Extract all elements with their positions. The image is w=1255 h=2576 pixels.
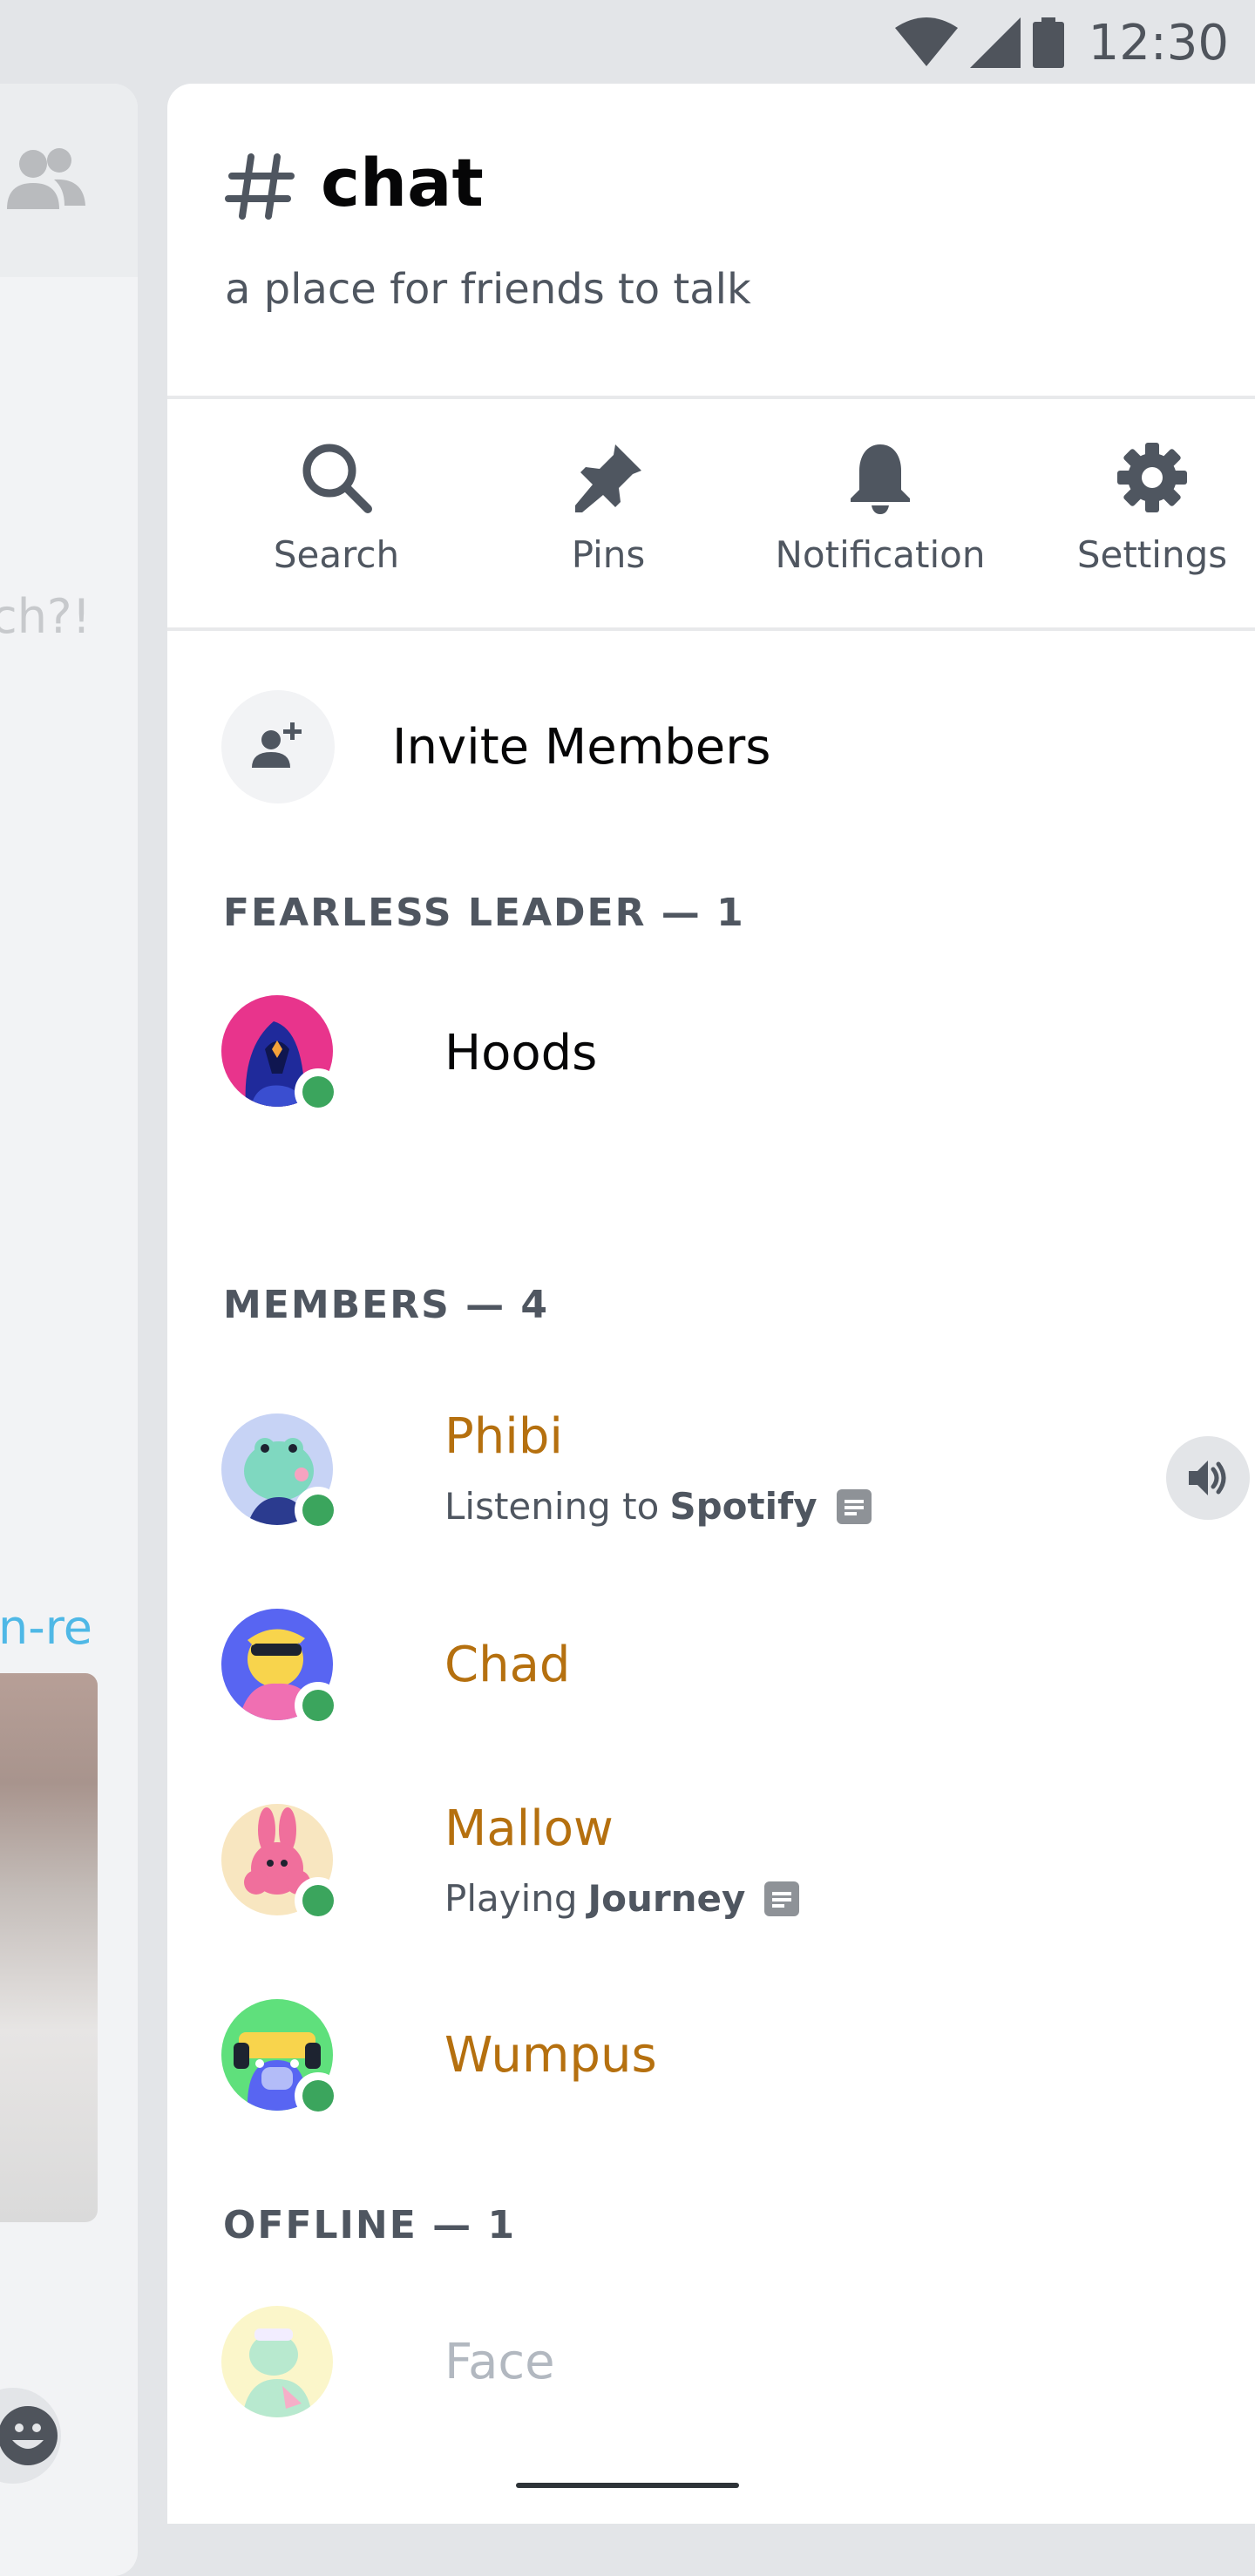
status-bar: 12:30 [0, 0, 1255, 84]
search-icon [302, 444, 372, 513]
avatar [221, 1609, 342, 1729]
channel-actions: Search Pins Notification Settings [167, 399, 1255, 631]
member-name: Face [444, 2334, 555, 2390]
voice-indicator [1166, 1436, 1250, 1520]
face-avatar-image [221, 2306, 333, 2417]
hashtag-icon [225, 153, 295, 220]
background-chat-panel[interactable]: ch?! n-re [0, 84, 138, 2576]
bell-icon [851, 444, 910, 514]
smiley-icon [0, 2406, 58, 2465]
channel-header: chat a place for friends to talk [167, 84, 1255, 399]
pins-label: Pins [571, 533, 646, 576]
member-activity: Playing Journey [444, 1877, 800, 1920]
home-indicator[interactable] [516, 2483, 739, 2488]
battery-icon [1032, 17, 1064, 68]
avatar [221, 1804, 342, 1924]
invite-members-label: Invite Members [392, 718, 771, 776]
invite-icon-circle [221, 690, 335, 803]
member-row-hoods[interactable]: Hoods [221, 995, 1250, 1115]
channel-members-sheet: chat a place for friends to talk Search … [167, 84, 1255, 2524]
gear-icon [1117, 443, 1187, 512]
status-icons: 12:30 [894, 12, 1229, 73]
search-label: Search [273, 533, 400, 576]
section-header-leader: FEARLESS LEADER — 1 [223, 891, 745, 935]
member-row-phibi[interactable]: Phibi Listening to Spotify [221, 1408, 1250, 1535]
notification-button[interactable]: Notification [744, 399, 1016, 631]
background-link-fragment[interactable]: n-re [0, 1600, 92, 1655]
activity-prefix: Playing [444, 1877, 578, 1920]
member-name: Chad [444, 1637, 571, 1693]
online-status-indicator [295, 1877, 342, 1924]
channel-topic: a place for friends to talk [225, 265, 751, 314]
activity-prefix: Listening to [444, 1485, 660, 1528]
online-status-indicator [295, 1682, 342, 1729]
emoji-button[interactable] [0, 2388, 61, 2484]
section-header-offline: OFFLINE — 1 [223, 2203, 517, 2247]
rich-presence-icon [764, 1881, 800, 1916]
invite-members-button[interactable]: Invite Members [221, 690, 770, 803]
wifi-icon [894, 17, 958, 66]
member-row-face[interactable]: Face [221, 2306, 1250, 2419]
status-time: 12:30 [1088, 14, 1229, 71]
activity-name: Spotify [669, 1485, 817, 1528]
member-row-wumpus[interactable]: Wumpus [221, 1999, 1250, 2119]
member-name: Phibi [444, 1408, 563, 1465]
pin-icon [575, 444, 641, 512]
members-icon[interactable] [3, 145, 87, 214]
member-row-chad[interactable]: Chad [221, 1609, 1250, 1729]
online-status-indicator [295, 2072, 342, 2119]
avatar [221, 1999, 342, 2119]
online-status-indicator [295, 1487, 342, 1534]
background-image-attachment[interactable] [0, 1673, 98, 2222]
settings-label: Settings [1076, 533, 1228, 576]
member-name: Mallow [444, 1800, 614, 1857]
add-person-icon [252, 722, 302, 768]
member-activity: Listening to Spotify [444, 1485, 872, 1528]
online-status-indicator [295, 1068, 342, 1115]
avatar [221, 995, 342, 1115]
pins-button[interactable]: Pins [472, 399, 744, 631]
settings-button[interactable]: Settings [1016, 399, 1255, 631]
member-row-mallow[interactable]: Mallow Playing Journey [221, 1800, 1250, 1926]
member-name: Wumpus [444, 2027, 657, 2084]
avatar [221, 2306, 335, 2419]
avatar [221, 1413, 342, 1534]
background-message-fragment: ch?! [0, 589, 92, 644]
member-name: Hoods [444, 1025, 598, 1081]
channel-name: chat [321, 144, 484, 221]
notification-label: Notification [775, 533, 986, 576]
search-button[interactable]: Search [200, 399, 472, 631]
rich-presence-icon [836, 1488, 872, 1524]
activity-name: Journey [587, 1877, 746, 1920]
section-header-members: MEMBERS — 4 [223, 1283, 550, 1327]
speaker-icon [1189, 1461, 1226, 1495]
signal-icon [969, 17, 1021, 68]
